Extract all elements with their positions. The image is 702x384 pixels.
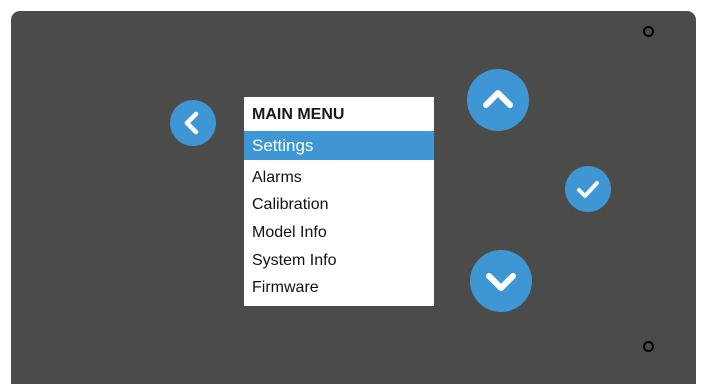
up-button[interactable] — [467, 69, 529, 131]
menu-item[interactable]: System Info — [252, 252, 336, 270]
menu-item[interactable]: Calibration — [252, 196, 328, 214]
main-menu-screen: MAIN MENU Settings Alarms Calibration Mo… — [244, 97, 434, 306]
menu-item[interactable]: Firmware — [252, 279, 319, 297]
down-button[interactable] — [470, 250, 532, 312]
chevron-left-icon — [170, 100, 216, 146]
screw-bottom — [643, 341, 654, 352]
back-button[interactable] — [170, 100, 216, 146]
screw-top — [643, 26, 654, 37]
menu-item[interactable]: Alarms — [252, 169, 302, 187]
menu-item[interactable]: Model Info — [252, 224, 327, 242]
confirm-button[interactable] — [565, 166, 611, 212]
menu-item-selected[interactable]: Settings — [244, 131, 434, 160]
checkmark-icon — [565, 166, 611, 212]
menu-title: MAIN MENU — [252, 106, 345, 123]
chevron-down-icon — [470, 250, 532, 312]
chevron-up-icon — [467, 69, 529, 131]
